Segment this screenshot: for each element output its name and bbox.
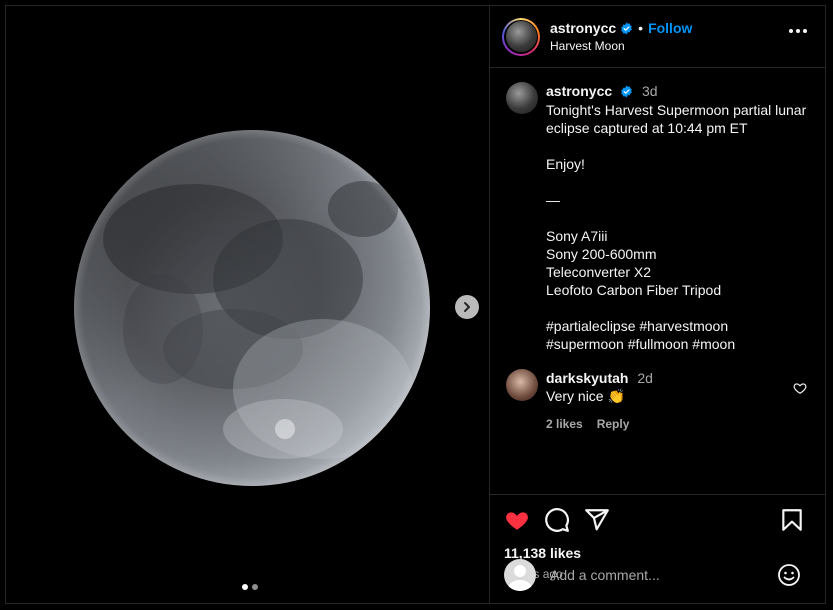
post-caption: astronycc 3d Tonight's Harvest Supermoon… <box>506 82 811 353</box>
bookmark-icon <box>782 509 802 531</box>
comment-like-button[interactable] <box>793 381 807 400</box>
comment-likes[interactable]: 2 likes <box>546 415 583 433</box>
post-header: astronycc • Follow Harvest Moon <box>490 6 825 68</box>
carousel-indicator <box>242 584 258 590</box>
verified-badge-icon <box>621 22 633 34</box>
emoji-button[interactable] <box>777 563 801 587</box>
emoji-icon <box>778 564 800 586</box>
author-avatar[interactable] <box>502 17 540 56</box>
post-sidebar: astronycc • Follow Harvest Moon astronyc… <box>490 6 825 603</box>
next-arrow-icon <box>464 302 470 312</box>
author-username[interactable]: astronycc <box>550 20 616 36</box>
caption-text: Tonight's Harvest Supermoon partial luna… <box>546 102 807 352</box>
comment-input[interactable] <box>548 566 777 584</box>
commenter-avatar[interactable] <box>506 369 538 401</box>
comment-timestamp[interactable]: 2d <box>637 370 653 386</box>
post-media <box>6 6 490 603</box>
like-button[interactable] <box>504 507 530 533</box>
save-button[interactable] <box>779 507 805 533</box>
share-button[interactable] <box>584 507 610 533</box>
comment-button[interactable] <box>544 507 570 533</box>
post-location[interactable]: Harvest Moon <box>550 39 692 53</box>
comment-item: darkskyutah 2d Very nice 👏 2 likes Reply <box>506 369 811 433</box>
add-comment-bar <box>490 547 825 603</box>
comments-section: astronycc 3d Tonight's Harvest Supermoon… <box>490 68 825 494</box>
more-options-icon[interactable] <box>789 29 807 33</box>
comment-icon <box>545 508 569 532</box>
carousel-dot-active <box>242 584 248 590</box>
follow-button[interactable]: Follow <box>648 20 692 36</box>
caption-username[interactable]: astronycc <box>546 83 612 99</box>
caption-timestamp[interactable]: 3d <box>642 83 658 99</box>
verified-badge-icon <box>621 85 632 98</box>
comment-text: Very nice 👏 <box>546 388 625 404</box>
default-avatar-icon <box>504 559 536 591</box>
post-dialog: astronycc • Follow Harvest Moon astronyc… <box>5 5 826 604</box>
next-image-button[interactable] <box>455 295 479 319</box>
heart-filled-icon <box>506 512 528 530</box>
heart-outline-icon <box>793 383 807 394</box>
moon-photo <box>73 129 431 487</box>
caption-avatar[interactable] <box>506 82 538 114</box>
share-icon <box>585 509 609 531</box>
commenter-username[interactable]: darkskyutah <box>546 370 628 386</box>
reply-button[interactable]: Reply <box>597 415 630 433</box>
header-separator: • <box>638 20 644 36</box>
carousel-dot <box>252 584 258 590</box>
